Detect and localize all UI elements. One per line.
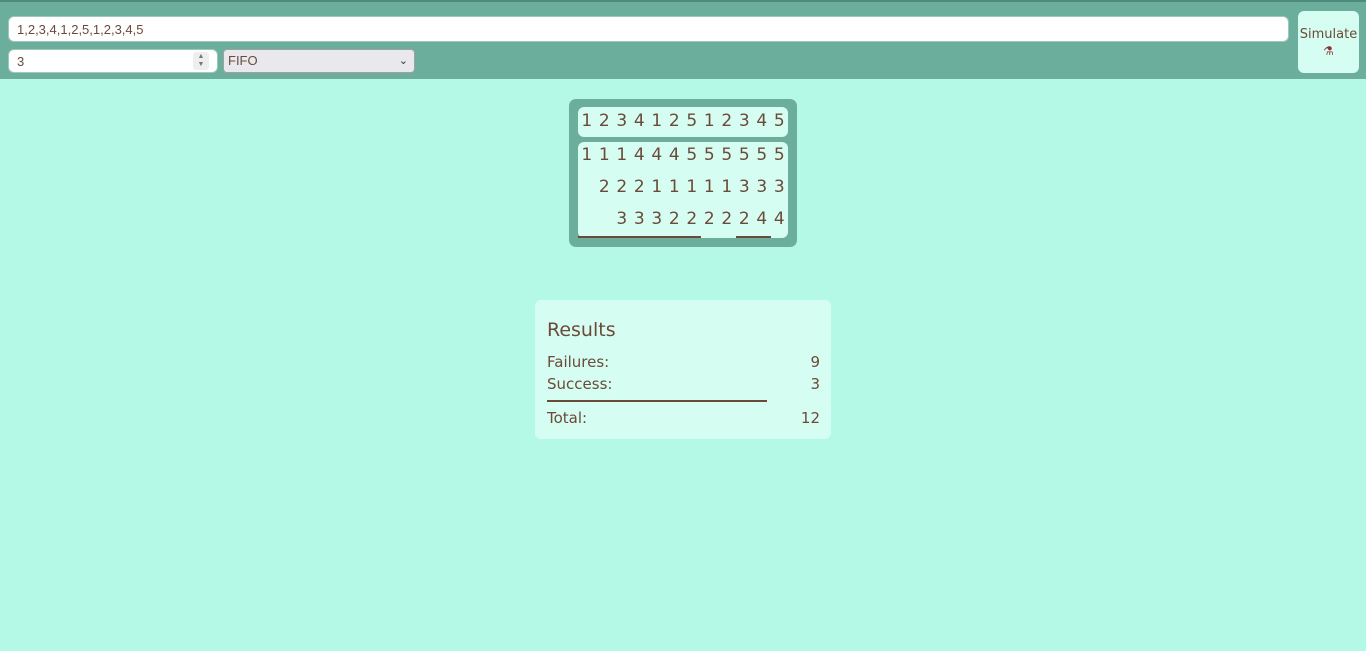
total-value: 12 [800, 409, 820, 427]
frame-count-input[interactable] [9, 50, 189, 72]
success-label: Success: [547, 375, 613, 393]
flask-icon: ⚗ [1323, 43, 1334, 58]
frame-cell: 3 [651, 209, 663, 229]
frame-cell: 4 [668, 145, 680, 165]
frame-cell: 1 [651, 177, 663, 197]
toolbar: ▲ ▼ FIFO ⌄ Simulate ⚗ [0, 0, 1366, 79]
total-label: Total: [547, 409, 588, 427]
frame-cell: 1 [598, 145, 610, 165]
chevron-down-icon[interactable]: ▼ [198, 61, 205, 69]
reference-cell: 2 [668, 111, 680, 131]
reference-cell: 1 [651, 111, 663, 131]
reference-row: 123412512345 [578, 107, 788, 137]
frame-cell: 5 [721, 145, 733, 165]
frame-cell: 2 [633, 177, 645, 197]
success-row: Success: 3 [547, 375, 820, 393]
results-panel: Results Failures: 9 Success: 3 Total: 12 [535, 300, 831, 439]
frame-cell: 5 [756, 145, 768, 165]
reference-cell: 2 [598, 111, 610, 131]
frame-cell: 3 [738, 177, 750, 197]
frame-cell: 2 [721, 209, 733, 229]
frame-cell: 1 [581, 145, 593, 165]
reference-cell: 4 [756, 111, 768, 131]
simulate-button-label: Simulate [1299, 26, 1358, 42]
frame-cell: 2 [703, 209, 715, 229]
chevron-down-icon: ⌄ [398, 55, 408, 67]
frame-cell: 5 [738, 145, 750, 165]
frame-cell: 2 [686, 209, 698, 229]
frame-cell: 2 [598, 177, 610, 197]
frame-count-field[interactable]: ▲ ▼ [8, 49, 218, 73]
frame-cell: 4 [756, 209, 768, 229]
algorithm-select-value: FIFO [228, 53, 258, 68]
success-value: 3 [810, 375, 820, 393]
frame-cell: 1 [616, 145, 628, 165]
frame-cell: 4 [651, 145, 663, 165]
results-title: Results [547, 319, 616, 341]
frame-cell: 2 [616, 177, 628, 197]
frame-cell: 1 [668, 177, 680, 197]
reference-cell: 3 [616, 111, 628, 131]
failures-row: Failures: 9 [547, 353, 820, 371]
failures-label: Failures: [547, 353, 610, 371]
frame-cell: 4 [773, 209, 785, 229]
reference-cell: 5 [686, 111, 698, 131]
frame-cell: 3 [633, 209, 645, 229]
frame-count-stepper[interactable]: ▲ ▼ [193, 52, 209, 70]
failures-value: 9 [810, 353, 820, 371]
results-divider [547, 400, 767, 402]
reference-cell: 1 [703, 111, 715, 131]
reference-cell: 4 [633, 111, 645, 131]
frames-box: 111444555555222111113333332222244 [578, 142, 788, 238]
reference-cell: 3 [738, 111, 750, 131]
frame-cell: 5 [686, 145, 698, 165]
reference-cell: 1 [581, 111, 593, 131]
reference-sequence-input[interactable] [8, 16, 1289, 42]
frame-cell: 3 [773, 177, 785, 197]
chevron-up-icon[interactable]: ▲ [198, 53, 205, 61]
simulation-grid: 123412512345 111444555555222111113333332… [569, 99, 797, 247]
simulate-button[interactable]: Simulate ⚗ [1298, 11, 1359, 73]
frame-cell: 3 [616, 209, 628, 229]
fault-underline [578, 236, 701, 238]
reference-cell: 2 [721, 111, 733, 131]
frame-cell: 5 [773, 145, 785, 165]
frame-cell: 1 [686, 177, 698, 197]
total-row: Total: 12 [547, 409, 820, 427]
frame-cell: 2 [668, 209, 680, 229]
frame-cell: 2 [738, 209, 750, 229]
frame-cell: 1 [703, 177, 715, 197]
fault-underline [735, 236, 771, 238]
frame-cell: 3 [756, 177, 768, 197]
algorithm-select[interactable]: FIFO ⌄ [223, 49, 415, 73]
frame-cell: 5 [703, 145, 715, 165]
frame-cell: 4 [633, 145, 645, 165]
frame-cell: 1 [721, 177, 733, 197]
reference-cell: 5 [773, 111, 785, 131]
